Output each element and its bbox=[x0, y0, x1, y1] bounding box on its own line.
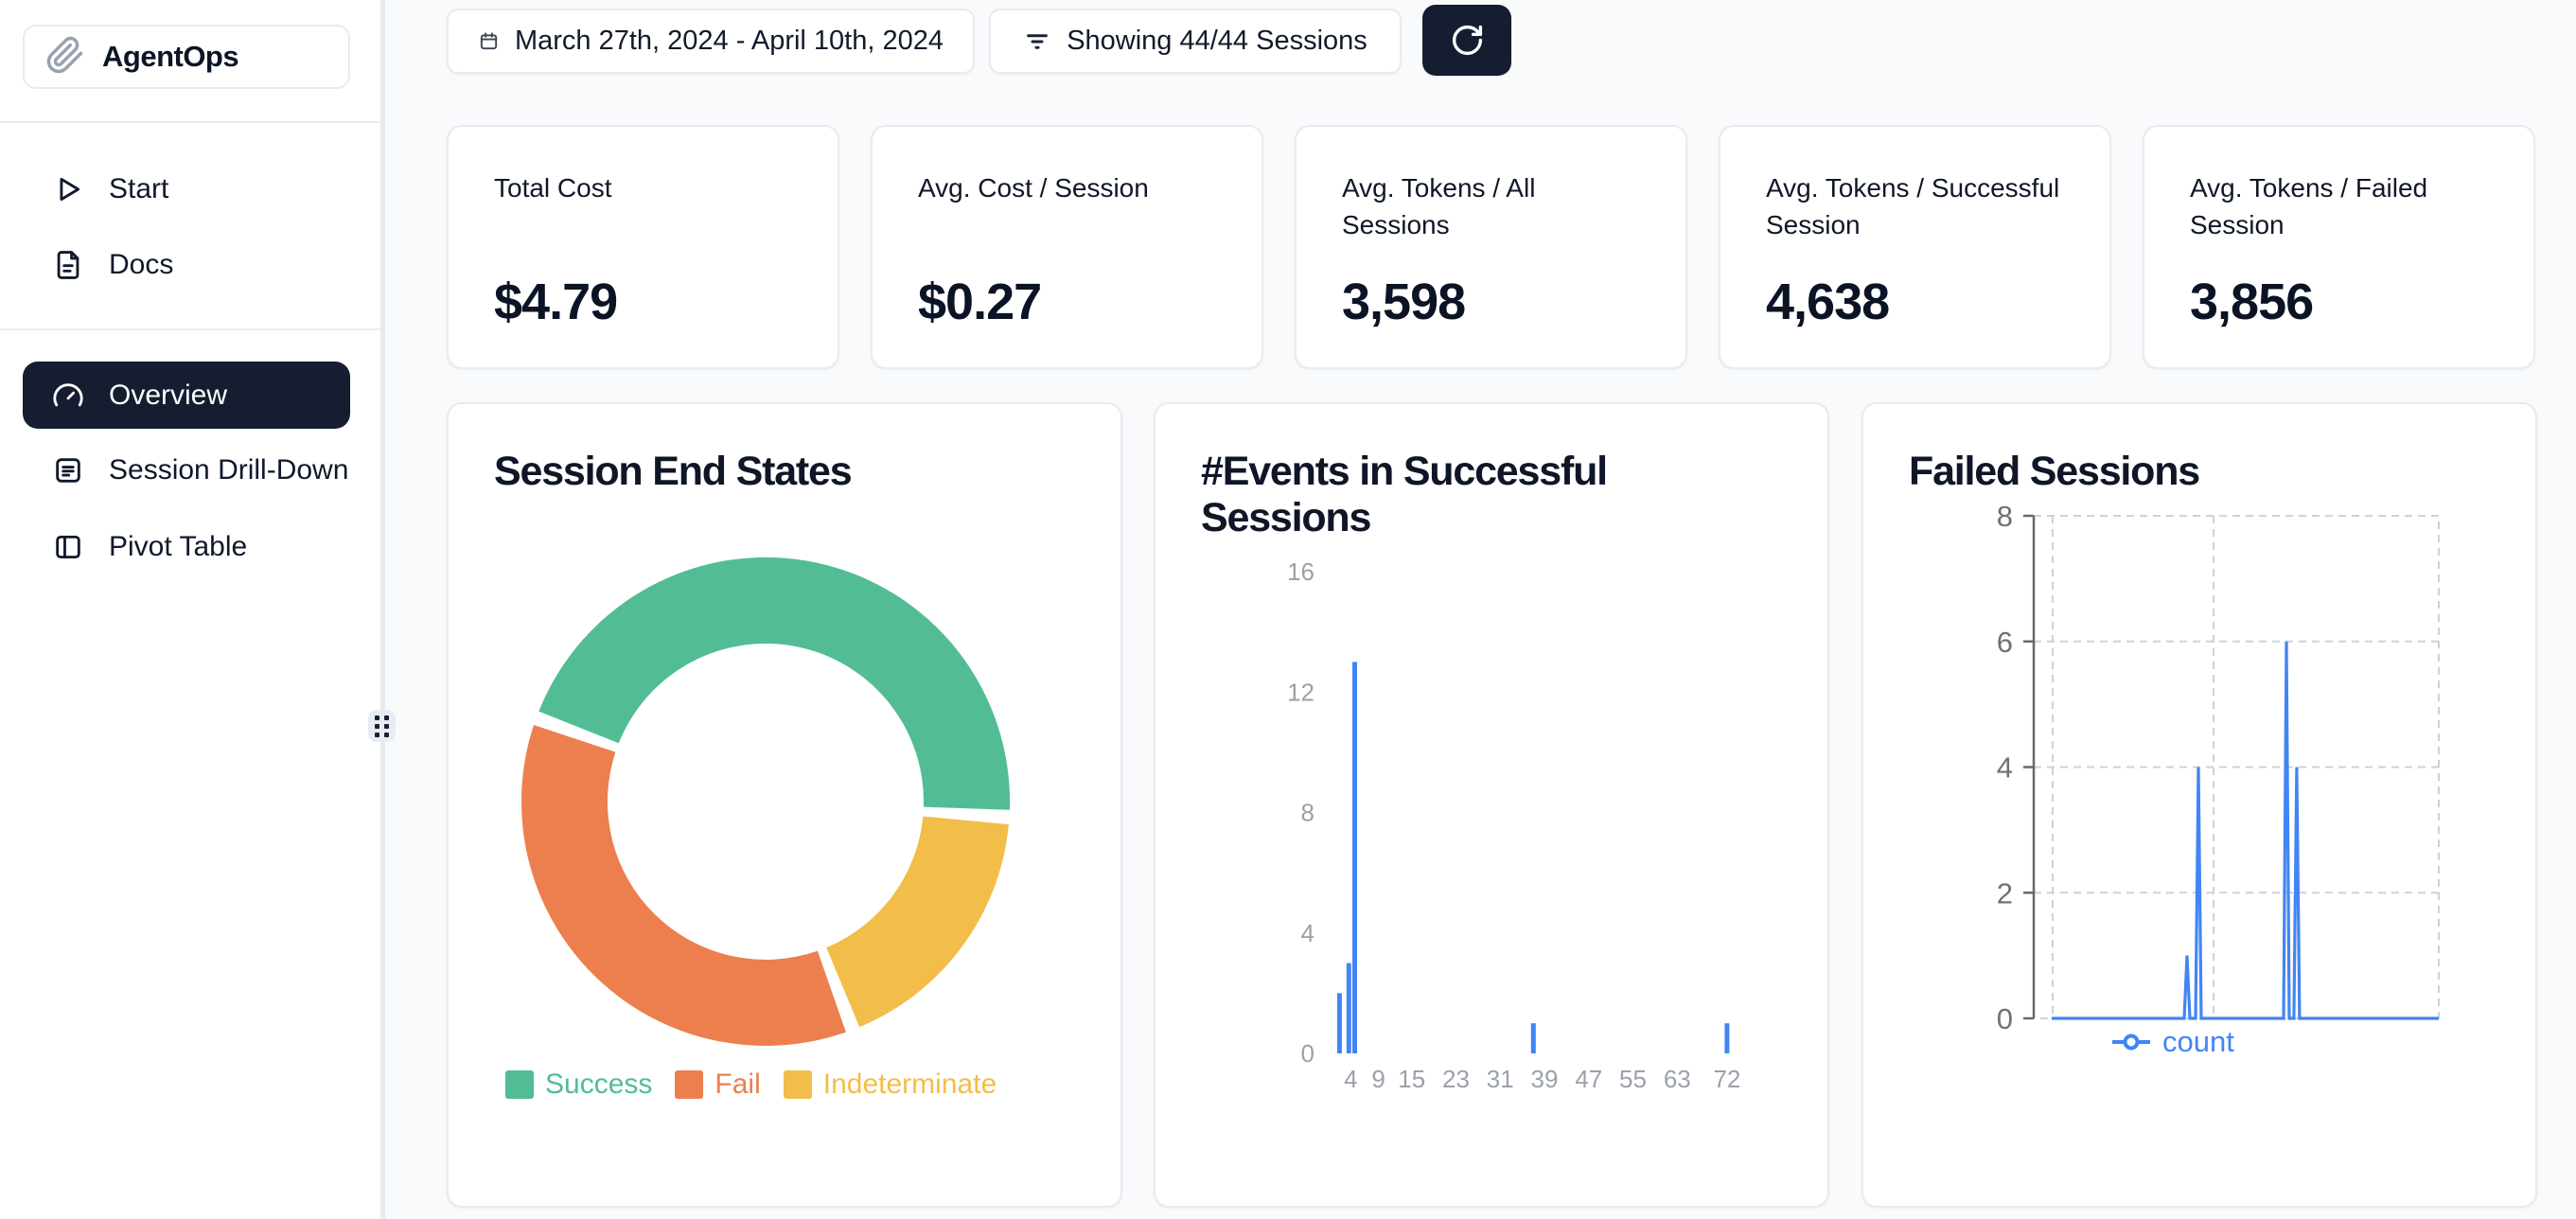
legend-item-success: Success bbox=[505, 1069, 652, 1101]
svg-text:39: 39 bbox=[1531, 1065, 1559, 1093]
stat-label: Avg. Cost / Session bbox=[918, 170, 1226, 207]
date-range-label: March 27th, 2024 - April 10th, 2024 bbox=[515, 26, 944, 57]
sidebar: AgentOps Start Docs Overview bbox=[0, 0, 380, 1219]
legend-line-marker-icon bbox=[2111, 1031, 2151, 1053]
svg-text:8: 8 bbox=[1997, 500, 2013, 533]
svg-text:4: 4 bbox=[1344, 1065, 1357, 1093]
legend-swatch bbox=[505, 1070, 534, 1099]
sidebar-resize-handle[interactable] bbox=[368, 710, 396, 742]
date-range-button[interactable]: March 27th, 2024 - April 10th, 2024 bbox=[447, 9, 975, 74]
stat-label: Total Cost bbox=[494, 170, 802, 207]
svg-text:23: 23 bbox=[1442, 1065, 1470, 1093]
stat-value: 4,638 bbox=[1766, 273, 2073, 331]
calendar-icon bbox=[478, 30, 500, 52]
sidebar-item-pivot-table[interactable]: Pivot Table bbox=[23, 514, 350, 580]
svg-text:0: 0 bbox=[1301, 1039, 1314, 1068]
svg-text:0: 0 bbox=[1997, 1002, 2013, 1035]
svg-text:4: 4 bbox=[1997, 751, 2013, 785]
donut-legend: Success Fail Indeterminate bbox=[505, 1069, 997, 1101]
sidebar-item-session-drill-down[interactable]: Session Drill-Down bbox=[23, 437, 350, 504]
sidebar-item-label: Session Drill-Down bbox=[109, 454, 348, 486]
legend-swatch bbox=[784, 1070, 812, 1099]
filter-lines-icon bbox=[1023, 27, 1051, 56]
paperclip-logo-icon bbox=[45, 35, 85, 80]
play-icon bbox=[52, 173, 84, 205]
panel-left-icon bbox=[52, 531, 84, 563]
svg-text:63: 63 bbox=[1664, 1065, 1691, 1093]
failed-sessions-card: Failed Sessions 02468 count bbox=[1861, 402, 2537, 1208]
sidebar-item-label: Start bbox=[109, 173, 168, 205]
svg-text:15: 15 bbox=[1398, 1065, 1425, 1093]
legend-swatch bbox=[675, 1070, 703, 1099]
stat-value: $0.27 bbox=[918, 273, 1226, 331]
sidebar-item-label: Overview bbox=[109, 380, 227, 412]
failed-sessions-line-chart: 0 2 4 6 8 bbox=[1863, 404, 2537, 1208]
svg-text:31: 31 bbox=[1487, 1065, 1514, 1093]
sidebar-item-overview[interactable]: Overview bbox=[23, 362, 350, 429]
stat-card-avg-cost-session: Avg. Cost / Session $0.27 bbox=[871, 125, 1263, 369]
session-end-states-card: Session End States Success Fail Indeterm… bbox=[447, 402, 1122, 1208]
stat-label: Avg. Tokens / Failed Session bbox=[2190, 170, 2497, 243]
events-in-successful-sessions-card: #Events in Successful Sessions 048121649… bbox=[1154, 402, 1829, 1208]
events-histogram-chart: 0481216491523313947556372 bbox=[1156, 404, 1829, 1208]
document-icon bbox=[52, 249, 84, 281]
gauge-icon bbox=[52, 380, 84, 412]
svg-text:4: 4 bbox=[1301, 919, 1314, 947]
sidebar-item-label: Docs bbox=[109, 249, 173, 281]
stat-value: 3,856 bbox=[2190, 273, 2497, 331]
stat-value: $4.79 bbox=[494, 273, 802, 331]
svg-text:9: 9 bbox=[1371, 1065, 1385, 1093]
app-title: AgentOps bbox=[102, 40, 238, 74]
svg-text:8: 8 bbox=[1301, 799, 1314, 827]
svg-text:55: 55 bbox=[1619, 1065, 1647, 1093]
stat-card-total-cost: Total Cost $4.79 bbox=[447, 125, 839, 369]
legend-label: Indeterminate bbox=[823, 1069, 997, 1101]
sidebar-item-label: Pivot Table bbox=[109, 531, 247, 563]
legend-label: Success bbox=[545, 1069, 652, 1101]
logo[interactable]: AgentOps bbox=[23, 25, 350, 89]
stat-label: Avg. Tokens / All Sessions bbox=[1342, 170, 1650, 243]
stat-value: 3,598 bbox=[1342, 273, 1650, 331]
legend-item-fail: Fail bbox=[675, 1069, 760, 1101]
svg-text:72: 72 bbox=[1713, 1065, 1740, 1093]
count-legend: count bbox=[2111, 1025, 2234, 1059]
svg-text:2: 2 bbox=[1997, 876, 2013, 910]
legend-label: count bbox=[2162, 1025, 2234, 1059]
list-note-icon bbox=[52, 454, 84, 486]
svg-text:12: 12 bbox=[1287, 678, 1314, 706]
stat-card-avg-tokens-failed: Avg. Tokens / Failed Session 3,856 bbox=[2143, 125, 2535, 369]
refresh-icon bbox=[1450, 23, 1485, 58]
svg-text:47: 47 bbox=[1575, 1065, 1602, 1093]
stat-card-avg-tokens-successful: Avg. Tokens / Successful Session 4,638 bbox=[1719, 125, 2111, 369]
sessions-filter-label: Showing 44/44 Sessions bbox=[1067, 26, 1367, 57]
sidebar-divider bbox=[380, 0, 385, 1219]
legend-item-indeterminate: Indeterminate bbox=[784, 1069, 997, 1101]
sidebar-item-docs[interactable]: Docs bbox=[23, 232, 350, 298]
stat-card-avg-tokens-all: Avg. Tokens / All Sessions 3,598 bbox=[1295, 125, 1687, 369]
sidebar-item-start[interactable]: Start bbox=[23, 156, 350, 222]
legend-label: Fail bbox=[715, 1069, 760, 1101]
svg-text:6: 6 bbox=[1997, 626, 2013, 659]
refresh-button[interactable] bbox=[1422, 5, 1511, 76]
agentops-dashboard: { "sidebar": { "logo_text": "AgentOps", … bbox=[0, 0, 2576, 1219]
svg-text:16: 16 bbox=[1287, 557, 1314, 586]
sessions-filter-button[interactable]: Showing 44/44 Sessions bbox=[989, 9, 1402, 74]
stat-label: Avg. Tokens / Successful Session bbox=[1766, 170, 2073, 243]
